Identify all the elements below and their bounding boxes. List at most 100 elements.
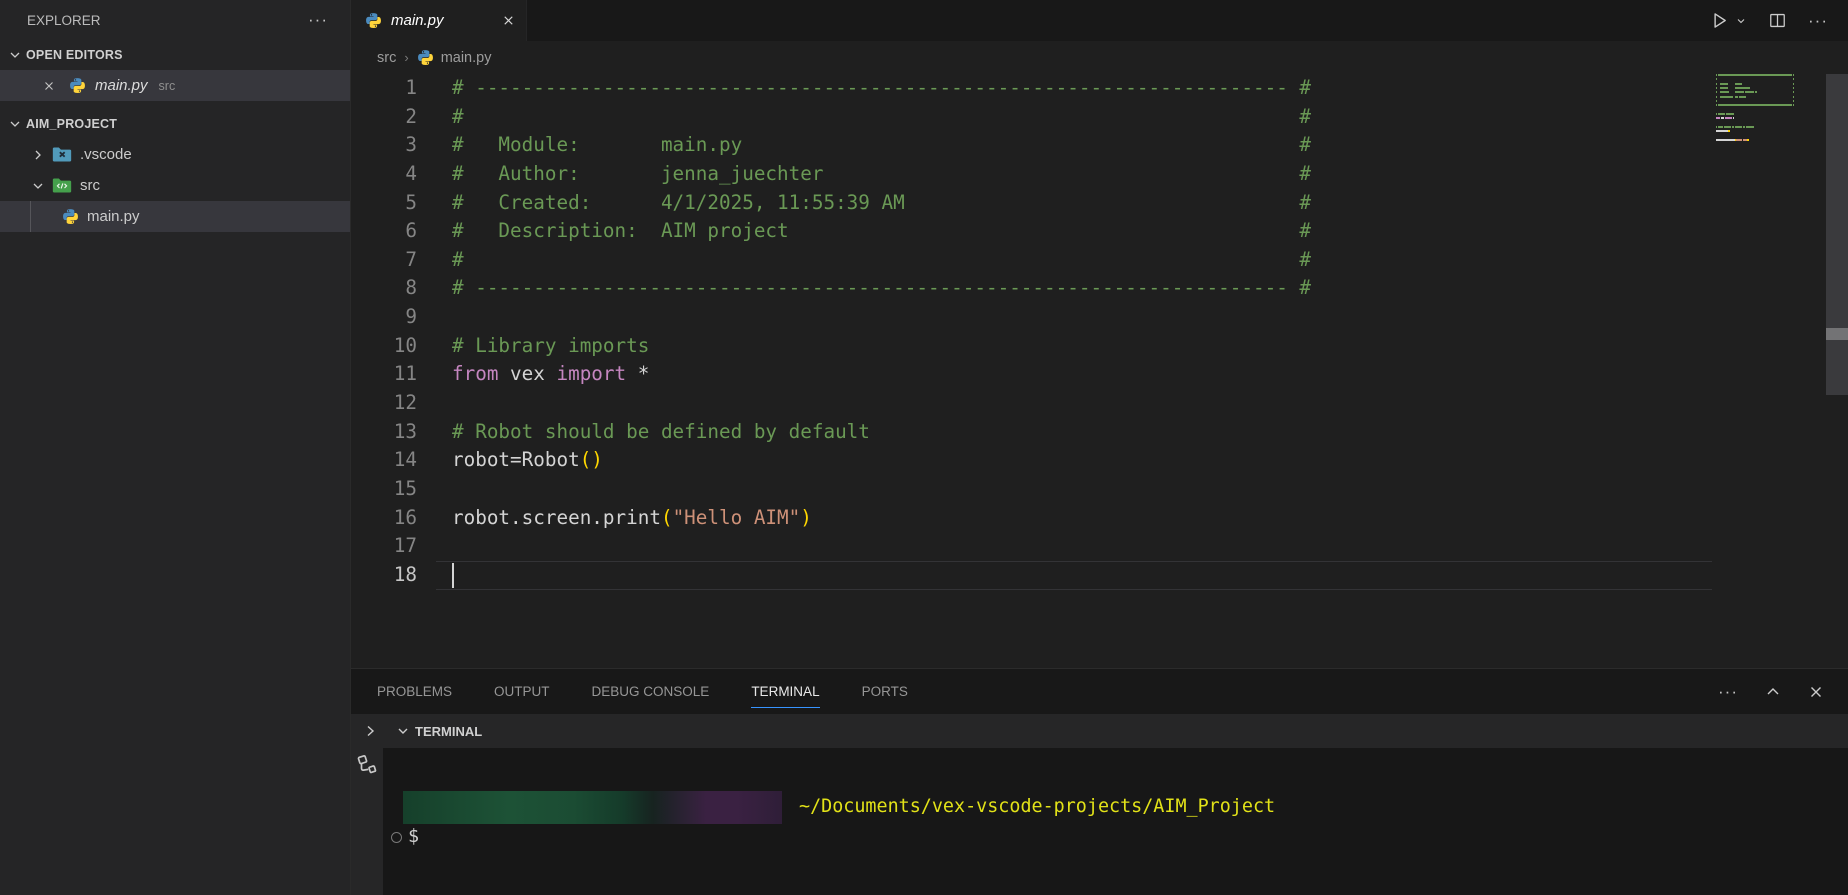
panel-tab-bar: PROBLEMS OUTPUT DEBUG CONSOLE TERMINAL PORTS xyxy=(351,669,1848,714)
run-button[interactable] xyxy=(1709,10,1747,31)
line-number: 5 xyxy=(351,189,417,218)
line-number: 16 xyxy=(351,504,417,533)
breadcrumb-folder[interactable]: src xyxy=(377,50,396,66)
terminal-gutter xyxy=(351,748,383,895)
panel-tab-debug-console[interactable]: DEBUG CONSOLE xyxy=(592,669,710,714)
code-line[interactable]: 4# Author: jenna_juechter # xyxy=(351,160,1848,189)
code-line[interactable]: 12 xyxy=(351,389,1848,418)
code-line[interactable]: 7# # xyxy=(351,246,1848,275)
overview-ruler-cursor-mark xyxy=(1826,328,1848,340)
explorer-sidebar: EXPLORER ··· OPEN EDITORS main.py src AI… xyxy=(0,0,351,895)
line-number: 17 xyxy=(351,532,417,561)
minimap-line xyxy=(1716,104,1800,106)
tree-item-vscode-folder[interactable]: .vscode xyxy=(0,139,350,170)
tab-mainpy[interactable]: main.py xyxy=(351,0,527,41)
bottom-panel: PROBLEMS OUTPUT DEBUG CONSOLE TERMINAL PORTS… xyxy=(351,668,1848,895)
python-file-icon xyxy=(62,208,79,225)
code-line[interactable]: 11from vex import * xyxy=(351,360,1848,389)
tree-item-src-folder[interactable]: src xyxy=(0,170,350,201)
terminal-viewport[interactable]: ~/Documents/vex-vscode-projects/AIM_Proj… xyxy=(383,748,1848,895)
command-decoration-circle[interactable] xyxy=(391,832,402,843)
line-number: 4 xyxy=(351,160,417,189)
python-file-icon xyxy=(69,77,86,94)
close-tab-icon[interactable] xyxy=(501,13,516,28)
terminal-prompt: $ xyxy=(408,826,419,847)
terminal-cwd: ~/Documents/vex-vscode-projects/AIM_Proj… xyxy=(799,796,1275,817)
minimap-line xyxy=(1716,122,1800,124)
code-line[interactable]: 8# -------------------------------------… xyxy=(351,274,1848,303)
code-line[interactable]: 15 xyxy=(351,475,1848,504)
editor-more-actions-icon[interactable]: ··· xyxy=(1808,16,1828,26)
chevron-down-icon xyxy=(395,723,411,739)
terminal-section-toggle[interactable]: TERMINAL xyxy=(395,723,482,739)
line-number: 14 xyxy=(351,446,417,475)
open-editors-section-header[interactable]: OPEN EDITORS xyxy=(0,40,350,70)
workflow-icon[interactable] xyxy=(355,754,379,778)
minimap-line xyxy=(1716,100,1800,102)
minimap[interactable] xyxy=(1716,74,1800,152)
editor-scrollbar[interactable] xyxy=(1826,74,1848,668)
chevron-down-icon xyxy=(30,178,46,194)
src-folder-icon xyxy=(52,177,72,194)
code-line[interactable]: 2# # xyxy=(351,103,1848,132)
breadcrumb-file[interactable]: main.py xyxy=(441,50,492,66)
code-line[interactable]: 5# Created: 4/1/2025, 11:55:39 AM # xyxy=(351,189,1848,218)
close-panel-icon[interactable] xyxy=(1808,684,1824,700)
panel-tab-ports[interactable]: PORTS xyxy=(862,669,908,714)
code-line[interactable]: 16robot.screen.print("Hello AIM") xyxy=(351,504,1848,533)
code-line[interactable]: 1# -------------------------------------… xyxy=(351,74,1848,103)
maximize-panel-icon[interactable] xyxy=(1765,684,1781,700)
panel-tab-terminal[interactable]: TERMINAL xyxy=(751,669,819,714)
tree-item-mainpy-file[interactable]: main.py xyxy=(0,201,350,232)
code-editor[interactable]: 1# -------------------------------------… xyxy=(351,74,1848,668)
line-number: 7 xyxy=(351,246,417,275)
vscode-folder-icon xyxy=(52,146,72,163)
code-line[interactable]: 9 xyxy=(351,303,1848,332)
scrollbar-slider[interactable] xyxy=(1826,74,1848,395)
chevron-down-icon xyxy=(1735,15,1747,27)
open-editor-item-mainpy[interactable]: main.py src xyxy=(0,70,350,101)
line-number: 10 xyxy=(351,332,417,361)
minimap-line xyxy=(1716,135,1800,137)
close-editor-icon[interactable] xyxy=(42,79,56,93)
code-line[interactable]: 3# Module: main.py # xyxy=(351,131,1848,160)
code-line[interactable]: 6# Description: AIM project # xyxy=(351,217,1848,246)
tree-item-label: .vscode xyxy=(80,146,132,163)
chevron-right-icon xyxy=(30,147,46,163)
line-number: 13 xyxy=(351,418,417,447)
code-lines: 1# -------------------------------------… xyxy=(351,74,1848,590)
split-editor-icon[interactable] xyxy=(1768,11,1787,30)
open-editor-folder-badge: src xyxy=(159,79,176,93)
minimap-line xyxy=(1716,87,1800,89)
editor-actions: ··· xyxy=(1709,0,1828,41)
minimap-line xyxy=(1716,96,1800,98)
explorer-more-actions-icon[interactable]: ··· xyxy=(308,15,328,25)
code-line[interactable]: 14robot=Robot() xyxy=(351,446,1848,475)
code-line[interactable]: 10# Library imports xyxy=(351,332,1848,361)
project-name-label: AIM_PROJECT xyxy=(26,117,117,131)
minimap-line xyxy=(1716,126,1800,128)
code-line[interactable]: 13# Robot should be defined by default xyxy=(351,418,1848,447)
terminal-banner-image xyxy=(403,791,782,824)
minimap-line xyxy=(1716,144,1800,146)
explorer-header: EXPLORER ··· xyxy=(0,0,350,40)
panel-more-actions-icon[interactable]: ··· xyxy=(1718,687,1738,697)
panel-actions: ··· xyxy=(1718,669,1824,714)
minimap-line xyxy=(1716,78,1800,80)
line-number: 2 xyxy=(351,103,417,132)
line-number: 1 xyxy=(351,74,417,103)
chevron-down-icon xyxy=(7,116,23,132)
line-number: 6 xyxy=(351,217,417,246)
run-icon xyxy=(1709,10,1730,31)
panel-tab-problems[interactable]: PROBLEMS xyxy=(377,669,452,714)
chevron-right-icon[interactable] xyxy=(362,723,378,739)
breadcrumb-separator: › xyxy=(404,50,408,65)
panel-tab-output[interactable]: OUTPUT xyxy=(494,669,550,714)
code-line[interactable]: 18 xyxy=(351,561,1848,590)
minimap-line xyxy=(1716,113,1800,115)
project-section-header[interactable]: AIM_PROJECT xyxy=(0,109,350,139)
minimap-line xyxy=(1716,139,1800,141)
terminal-section-label: TERMINAL xyxy=(415,724,482,739)
code-line[interactable]: 17 xyxy=(351,532,1848,561)
minimap-line xyxy=(1716,130,1800,132)
